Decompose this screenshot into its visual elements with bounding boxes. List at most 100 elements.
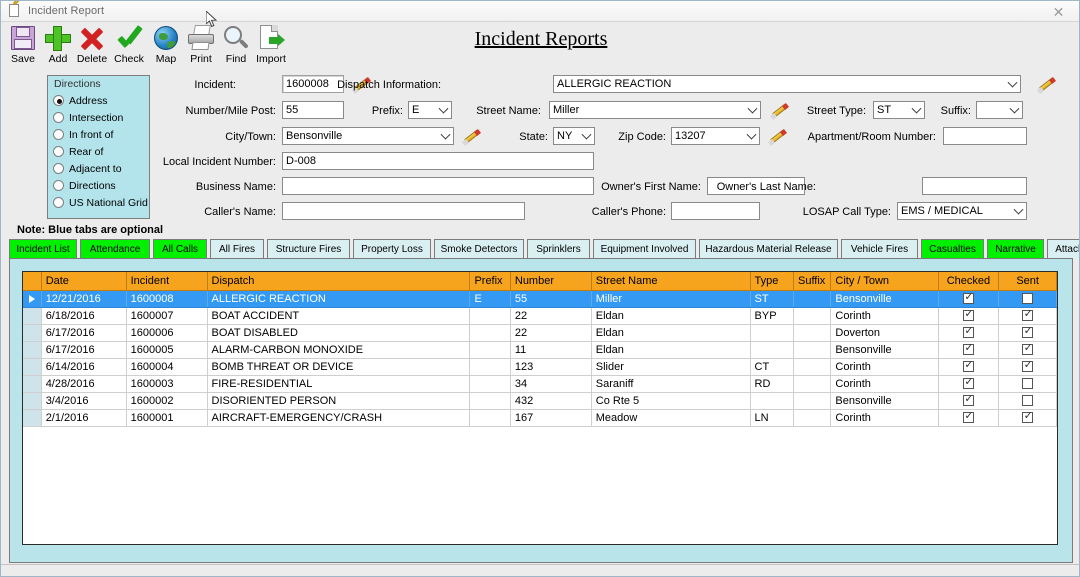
table-row[interactable]: 4/28/20161600003FIRE-RESIDENTIAL34Sarani… bbox=[23, 375, 1057, 392]
grid-header-dispatch[interactable]: Dispatch bbox=[207, 272, 470, 290]
cell-checked[interactable] bbox=[938, 290, 999, 307]
cell-number[interactable]: 22 bbox=[510, 324, 591, 341]
cell-mark[interactable] bbox=[23, 409, 41, 426]
cell-type[interactable] bbox=[750, 324, 793, 341]
cell-suffix[interactable] bbox=[794, 358, 831, 375]
cell-city[interactable]: Doverton bbox=[831, 324, 938, 341]
cell-prefix[interactable] bbox=[470, 324, 510, 341]
cell-checked[interactable] bbox=[938, 358, 999, 375]
radio-rear-of[interactable]: Rear of bbox=[53, 144, 103, 159]
cell-checked[interactable] bbox=[938, 307, 999, 324]
checked-checkbox[interactable] bbox=[963, 327, 974, 338]
sent-checkbox[interactable] bbox=[1022, 293, 1033, 304]
cell-sent[interactable] bbox=[999, 409, 1057, 426]
cell-sent[interactable] bbox=[999, 290, 1057, 307]
suffix-select[interactable] bbox=[976, 101, 1023, 119]
apartment-room-number-field[interactable] bbox=[943, 127, 1027, 145]
checked-checkbox[interactable] bbox=[963, 361, 974, 372]
cell-street[interactable]: Slider bbox=[591, 358, 750, 375]
checked-checkbox[interactable] bbox=[963, 412, 974, 423]
table-row[interactable]: 12/21/20161600008ALLERGIC REACTIONE55Mil… bbox=[23, 290, 1057, 307]
cell-suffix[interactable] bbox=[794, 290, 831, 307]
sent-checkbox[interactable] bbox=[1022, 412, 1033, 423]
cell-dispatch[interactable]: BOMB THREAT OR DEVICE bbox=[207, 358, 470, 375]
cell-type[interactable] bbox=[750, 341, 793, 358]
checked-checkbox[interactable] bbox=[963, 344, 974, 355]
cell-checked[interactable] bbox=[938, 392, 999, 409]
sent-checkbox[interactable] bbox=[1022, 310, 1033, 321]
tab-incident-list[interactable]: Incident List bbox=[9, 239, 77, 258]
cell-incident[interactable]: 1600008 bbox=[126, 290, 207, 307]
cell-city[interactable]: Corinth bbox=[831, 358, 938, 375]
cell-dispatch[interactable]: BOAT ACCIDENT bbox=[207, 307, 470, 324]
cell-mark[interactable] bbox=[23, 341, 41, 358]
cell-checked[interactable] bbox=[938, 341, 999, 358]
cell-date[interactable]: 6/17/2016 bbox=[41, 341, 126, 358]
tab-all-fires[interactable]: All Fires bbox=[210, 239, 264, 258]
cell-dispatch[interactable]: DISORIENTED PERSON bbox=[207, 392, 470, 409]
cell-date[interactable]: 4/28/2016 bbox=[41, 375, 126, 392]
grid-header-prefix[interactable]: Prefix bbox=[470, 272, 510, 290]
cell-sent[interactable] bbox=[999, 375, 1057, 392]
cell-prefix[interactable] bbox=[470, 392, 510, 409]
sent-checkbox[interactable] bbox=[1022, 378, 1033, 389]
cell-dispatch[interactable]: AIRCRAFT-EMERGENCY/CRASH bbox=[207, 409, 470, 426]
city-town-select[interactable]: Bensonville bbox=[282, 127, 454, 145]
edit-pencil-icon[interactable] bbox=[1038, 75, 1056, 93]
cell-checked[interactable] bbox=[938, 324, 999, 341]
tab-property-loss[interactable]: Property Loss bbox=[353, 239, 431, 258]
cell-street[interactable]: Eldan bbox=[591, 324, 750, 341]
tab-hazardous-material-release[interactable]: Hazardous Material Release bbox=[699, 239, 838, 258]
sent-checkbox[interactable] bbox=[1022, 327, 1033, 338]
cell-incident[interactable]: 1600005 bbox=[126, 341, 207, 358]
cell-sent[interactable] bbox=[999, 358, 1057, 375]
checked-checkbox[interactable] bbox=[963, 395, 974, 406]
cell-number[interactable]: 432 bbox=[510, 392, 591, 409]
cell-sent[interactable] bbox=[999, 341, 1057, 358]
cell-mark[interactable] bbox=[23, 358, 41, 375]
tab-attachments[interactable]: Attachments bbox=[1047, 239, 1080, 258]
tab-sprinklers[interactable]: Sprinklers bbox=[527, 239, 590, 258]
cell-incident[interactable]: 1600003 bbox=[126, 375, 207, 392]
table-row[interactable]: 6/14/20161600004BOMB THREAT OR DEVICE123… bbox=[23, 358, 1057, 375]
cell-city[interactable]: Corinth bbox=[831, 307, 938, 324]
grid-header-sent[interactable]: Sent bbox=[999, 272, 1057, 290]
cell-mark[interactable] bbox=[23, 307, 41, 324]
table-row[interactable]: 3/4/20161600002DISORIENTED PERSON432Co R… bbox=[23, 392, 1057, 409]
cell-checked[interactable] bbox=[938, 409, 999, 426]
grid-header-incident[interactable]: Incident bbox=[126, 272, 207, 290]
cell-checked[interactable] bbox=[938, 375, 999, 392]
cell-street[interactable]: Co Rte 5 bbox=[591, 392, 750, 409]
cell-date[interactable]: 2/1/2016 bbox=[41, 409, 126, 426]
checked-checkbox[interactable] bbox=[963, 310, 974, 321]
tab-all-calls[interactable]: All Calls bbox=[153, 239, 207, 258]
checked-checkbox[interactable] bbox=[963, 378, 974, 389]
tab-narrative[interactable]: Narrative bbox=[987, 239, 1044, 258]
grid-header-number[interactable]: Number bbox=[510, 272, 591, 290]
cell-type[interactable]: LN bbox=[750, 409, 793, 426]
sent-checkbox[interactable] bbox=[1022, 344, 1033, 355]
cell-street[interactable]: Meadow bbox=[591, 409, 750, 426]
cell-date[interactable]: 12/21/2016 bbox=[41, 290, 126, 307]
cell-suffix[interactable] bbox=[794, 341, 831, 358]
street-name-select[interactable]: Miller bbox=[549, 101, 761, 119]
cell-type[interactable]: ST bbox=[750, 290, 793, 307]
cell-city[interactable]: Bensonville bbox=[831, 341, 938, 358]
cell-type[interactable]: BYP bbox=[750, 307, 793, 324]
cell-city[interactable]: Bensonville bbox=[831, 290, 938, 307]
tab-smoke-detectors[interactable]: Smoke Detectors bbox=[434, 239, 524, 258]
radio-us-national-grid[interactable]: US National Grid bbox=[53, 195, 148, 210]
grid-header-suffix[interactable]: Suffix bbox=[794, 272, 831, 290]
table-row[interactable]: 6/17/20161600005ALARM-CARBON MONOXIDE11E… bbox=[23, 341, 1057, 358]
cell-date[interactable]: 3/4/2016 bbox=[41, 392, 126, 409]
cell-street[interactable]: Eldan bbox=[591, 341, 750, 358]
cell-city[interactable]: Bensonville bbox=[831, 392, 938, 409]
cell-prefix[interactable] bbox=[470, 358, 510, 375]
callers-name-field[interactable] bbox=[282, 202, 525, 220]
tab-attendance[interactable]: Attendance bbox=[80, 239, 150, 258]
cell-incident[interactable]: 1600001 bbox=[126, 409, 207, 426]
table-row[interactable]: 6/17/20161600006BOAT DISABLED22EldanDove… bbox=[23, 324, 1057, 341]
cell-type[interactable] bbox=[750, 392, 793, 409]
sent-checkbox[interactable] bbox=[1022, 361, 1033, 372]
grid-header-city[interactable]: City / Town bbox=[831, 272, 938, 290]
